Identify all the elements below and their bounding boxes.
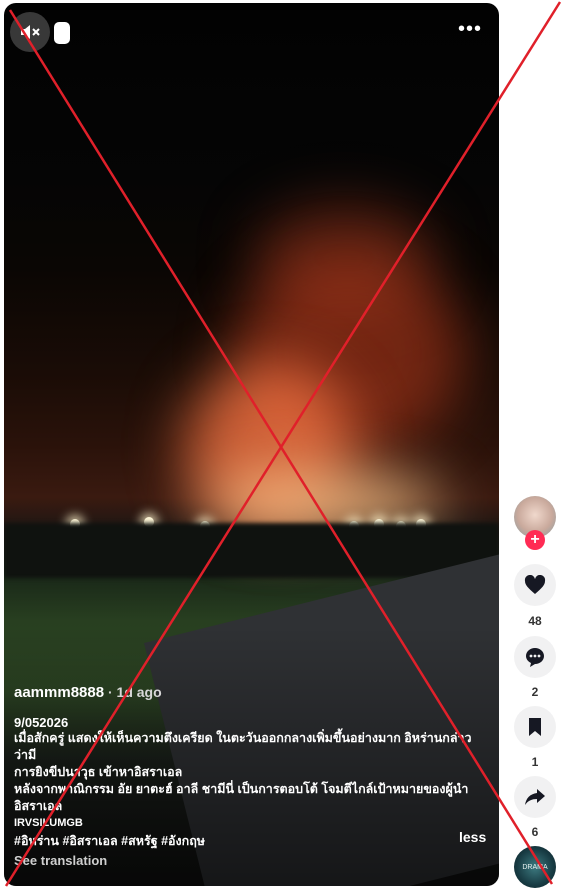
mute-button[interactable] — [10, 12, 50, 52]
separator: · — [104, 684, 117, 700]
save-button[interactable] — [514, 706, 556, 748]
follow-button[interactable]: + — [525, 530, 545, 550]
comment-button[interactable] — [514, 636, 556, 678]
like-count: 48 — [528, 614, 542, 628]
less-button[interactable]: less — [459, 829, 486, 845]
caption-code: IRVSILUMGB — [14, 817, 83, 829]
post-date: 9/052026 — [14, 715, 69, 730]
tree-line — [4, 523, 499, 578]
bookmark-icon — [529, 718, 541, 736]
see-translation-link[interactable]: See translation — [14, 853, 107, 868]
caption-line: อิสราเอล — [14, 799, 63, 813]
like-button[interactable] — [514, 564, 556, 606]
speaker-muted-icon — [21, 25, 40, 39]
post-caption: aammm8888 · 1d ago 9/052026 เมื่อสักครู่… — [14, 684, 484, 851]
heart-icon — [524, 575, 546, 594]
share-button[interactable] — [514, 776, 556, 818]
username-link[interactable]: aammm8888 — [14, 684, 104, 701]
hashtags[interactable]: #อิหร่าน #อิสราเอล #สหรัฐ #อังกฤษ — [14, 831, 484, 851]
comment-icon — [526, 648, 544, 667]
save-count: 1 — [531, 755, 539, 769]
post-age: 1d ago — [116, 684, 162, 700]
volume-slider[interactable] — [54, 22, 70, 44]
caption-line: หลังจากพาณิกรรม อัย ยาตะฮ์ อาลี ชามีนี่ … — [14, 782, 469, 796]
share-count: 6 — [531, 825, 539, 839]
music-disc[interactable]: DRAMA — [514, 846, 556, 888]
more-options-button[interactable]: ••• — [458, 18, 482, 41]
author-line: aammm8888 · 1d ago — [14, 684, 484, 701]
caption-line: เมื่อสักครู่ แสดงให้เห็นความตึงเครียด ใน… — [14, 731, 472, 762]
share-icon — [525, 789, 545, 805]
comment-count: 2 — [531, 685, 539, 699]
caption-line: การยิงขีปนาวุธ เข้าหาอิสราเอล — [14, 765, 183, 779]
